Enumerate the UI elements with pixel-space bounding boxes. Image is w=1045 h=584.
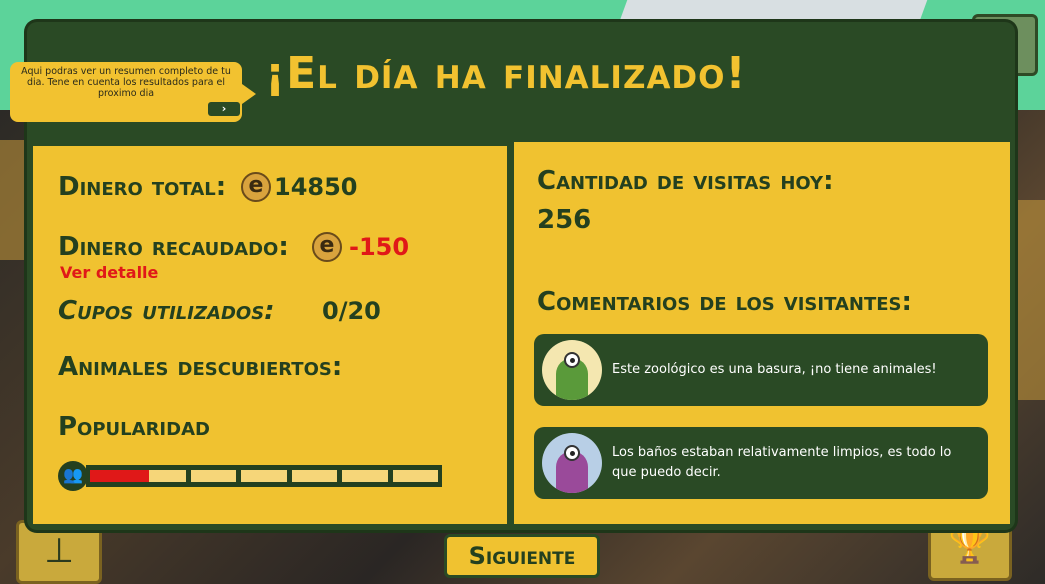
avatar-eye xyxy=(564,445,580,461)
dinero-recaudado-value: -150 xyxy=(349,233,410,261)
ver-detalle-link[interactable]: Ver detalle xyxy=(60,263,158,282)
tooltip-next-button[interactable]: › xyxy=(208,102,240,116)
cupos-label: Cupos utilizados: xyxy=(58,296,275,326)
siguiente-button[interactable]: Siguiente xyxy=(444,534,600,578)
visitor-comment: Los baños estaban relativamente limpios,… xyxy=(534,427,988,499)
popularity-segment xyxy=(241,470,287,482)
popularity-track xyxy=(86,465,442,487)
animales-label: Animales descubiertos: xyxy=(58,352,343,382)
trophy-icon: 🏆 xyxy=(948,526,992,566)
comment-text: Los baños estaban relativamente limpios,… xyxy=(612,445,952,480)
visitor-comment: Este zoológico es una basura, ¡no tiene … xyxy=(534,334,988,406)
avatar-eye xyxy=(564,352,580,368)
popularity-segment xyxy=(392,470,438,482)
people-icon: 👥 xyxy=(58,461,88,491)
comment-text: Este zoológico es una basura, ¡no tiene … xyxy=(612,362,937,377)
coin-icon xyxy=(241,172,271,202)
tooltip-text: Aqui podras ver un resumen completo de t… xyxy=(21,66,231,99)
popularidad-label: Popularidad xyxy=(58,412,210,442)
comentarios-label: Comentarios de los visitantes: xyxy=(537,287,912,317)
dinero-total-label: Dinero total: xyxy=(58,172,227,202)
visitas-value: 256 xyxy=(537,205,592,235)
visitas-label: Cantidad de visitas hoy: xyxy=(537,166,834,196)
popularity-segment xyxy=(190,470,237,482)
popularity-segment xyxy=(291,470,338,482)
popularity-fill xyxy=(90,470,150,482)
help-tooltip: Aqui podras ver un resumen completo de t… xyxy=(10,62,256,122)
stand-icon: ⊥ xyxy=(44,531,74,571)
coin-icon xyxy=(312,232,342,262)
cupos-value: 0/20 xyxy=(322,297,381,325)
page-title: ¡El día ha finalizado! xyxy=(265,48,747,99)
dinero-total-value: 14850 xyxy=(274,173,358,201)
popularity-segment xyxy=(342,470,388,482)
green-visitor-avatar xyxy=(542,340,602,400)
purple-visitor-avatar xyxy=(542,433,602,493)
bg-stripe xyxy=(1010,200,1045,400)
popularity-bar: 👥 xyxy=(58,461,442,491)
dinero-recaudado-label: Dinero recaudado: xyxy=(58,232,289,262)
